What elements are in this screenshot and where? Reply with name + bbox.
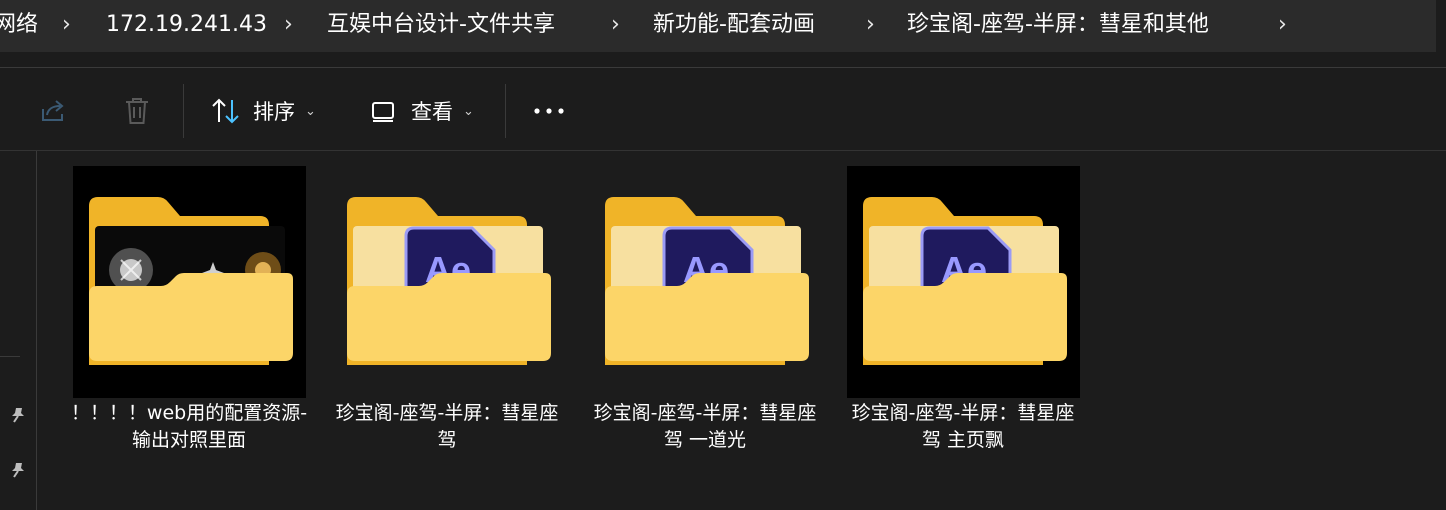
divider [0, 356, 20, 357]
more-icon [534, 108, 564, 114]
chevron-right-icon[interactable]: › [1278, 9, 1287, 41]
folder-thumbnail [73, 166, 306, 398]
share-icon [42, 100, 64, 121]
chevron-down-icon: ⌄ [305, 103, 316, 119]
chevron-right-icon[interactable]: › [62, 9, 71, 41]
delete-button[interactable] [123, 96, 151, 126]
view-icon [372, 102, 394, 122]
chevron-right-icon[interactable]: › [611, 9, 620, 41]
folder-item[interactable]: Ae 珍宝阁-座驾-半屏：彗星座驾 主页飘 [847, 166, 1080, 454]
chevron-down-icon: ⌄ [463, 103, 474, 119]
view-button[interactable]: 查看 ⌄ [369, 96, 474, 126]
folder-thumbnail: Ae [331, 166, 564, 398]
breadcrumb-current[interactable]: 珍宝阁-座驾-半屏：彗星和其他 [907, 9, 1209, 41]
breadcrumb-share[interactable]: 互娱中台设计-文件共享 [327, 9, 555, 41]
folder-icon [89, 197, 293, 365]
toolbar-separator [505, 84, 506, 138]
navigation-pane[interactable] [0, 151, 36, 510]
folder-item[interactable]: ！！！！web用的配置资源-输出对照里面 [71, 166, 307, 454]
breadcrumb-feature[interactable]: 新功能-配套动画 [653, 9, 815, 41]
folder-thumbnail: Ae [847, 166, 1080, 398]
folder-name: ！！！！web用的配置资源-输出对照里面 [70, 402, 308, 451]
chevron-right-icon[interactable]: › [284, 9, 293, 41]
pin-icon[interactable] [9, 406, 27, 424]
breadcrumb: 网络 › 172.19.241.43 › 互娱中台设计-文件共享 › 新功能-配… [0, 0, 1436, 52]
folder-name: 珍宝阁-座驾-半屏：彗星座驾 主页飘 [851, 402, 1075, 451]
pane-splitter[interactable] [36, 151, 37, 510]
folder-item[interactable]: Ae 珍宝阁-座驾-半屏：彗星座驾 [331, 166, 564, 454]
more-options-button[interactable] [532, 96, 566, 126]
trash-icon [126, 98, 148, 124]
toolbar-separator [183, 84, 184, 138]
divider [0, 150, 1446, 151]
folder-thumbnail: Ae [589, 166, 822, 398]
folder-name: 珍宝阁-座驾-半屏：彗星座驾 [335, 402, 559, 451]
folder-icon: Ae [347, 197, 551, 365]
sort-icon [212, 98, 239, 124]
folder-icon: Ae [863, 197, 1067, 365]
share-button[interactable] [38, 96, 68, 126]
breadcrumb-host[interactable]: 172.19.241.43 [106, 9, 267, 41]
pin-icon[interactable] [9, 461, 27, 479]
sort-label: 排序 [253, 100, 295, 124]
chevron-right-icon[interactable]: › [866, 9, 875, 41]
folder-icon: Ae [605, 197, 809, 365]
breadcrumb-network[interactable]: 网络 [0, 9, 38, 41]
view-label: 查看 [411, 100, 453, 124]
folder-item[interactable]: Ae 珍宝阁-座驾-半屏：彗星座驾 一道光 [589, 166, 822, 454]
sort-button[interactable]: 排序 ⌄ [210, 96, 316, 126]
folder-name: 珍宝阁-座驾-半屏：彗星座驾 一道光 [593, 402, 817, 451]
